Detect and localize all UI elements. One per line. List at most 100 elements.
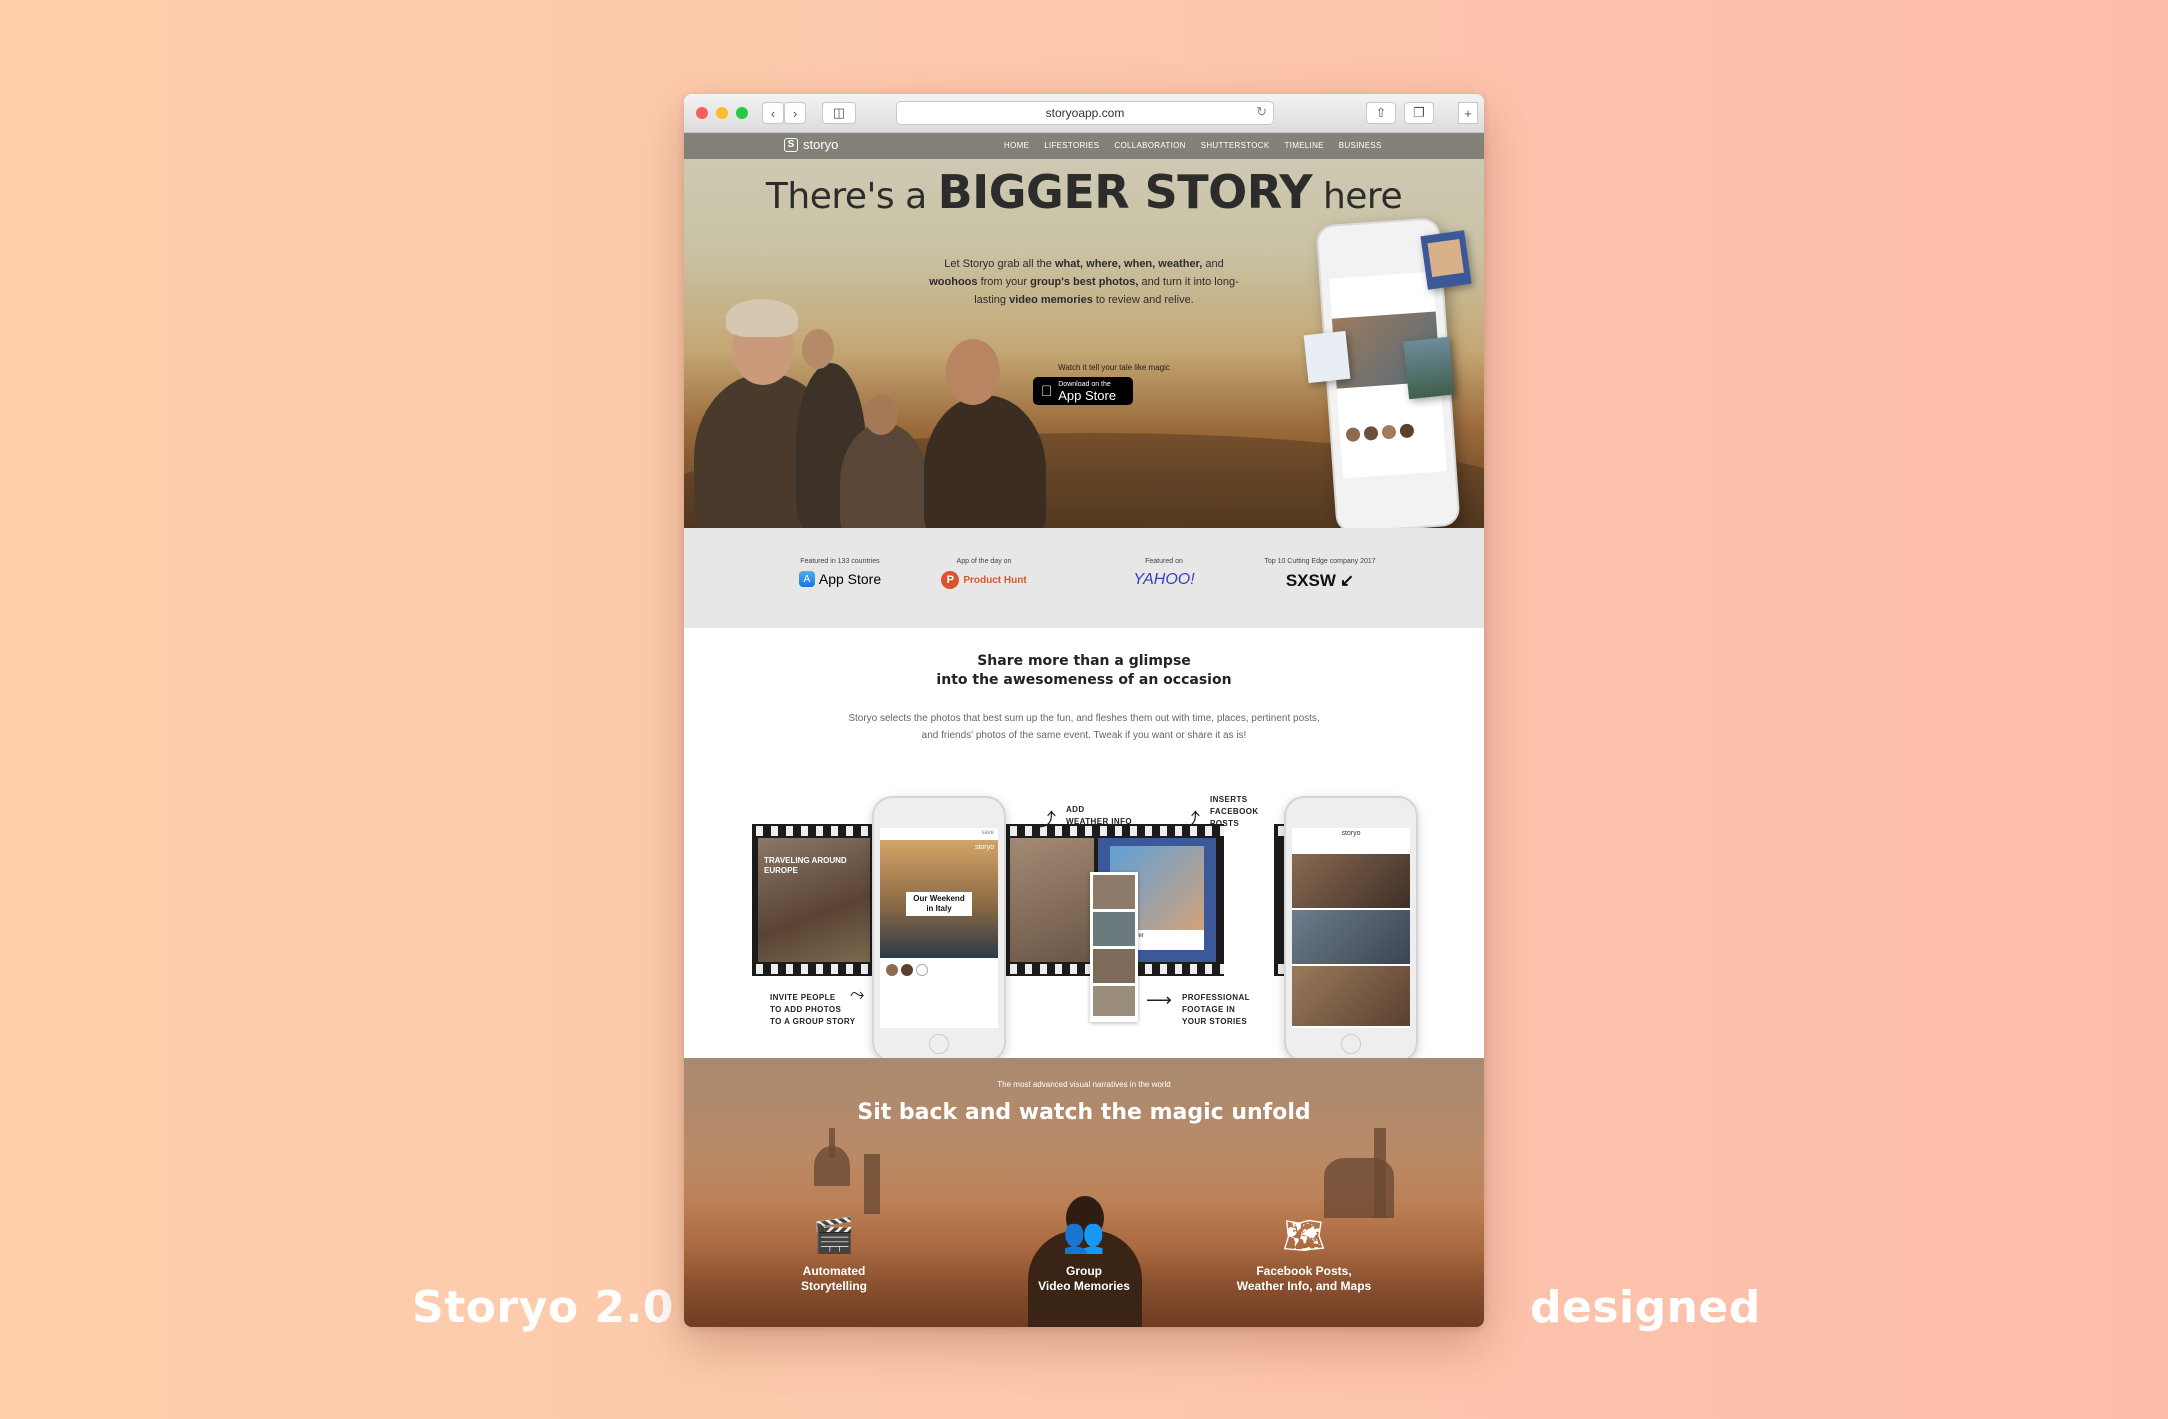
- note-weather: ADD WEATHER INFO: [1066, 805, 1132, 826]
- app-store-big-label: App Store: [1047, 387, 1116, 403]
- feed-story[interactable]: [1292, 854, 1410, 908]
- hero-intro: Let Storyo grab all the what, where, whe…: [924, 255, 1244, 309]
- phone-brand: storyo: [974, 844, 994, 851]
- feed-story[interactable]: [1292, 966, 1410, 1026]
- landscape-card: [1403, 336, 1455, 400]
- share-title-line: Share more than a glimpse: [977, 653, 1191, 669]
- caption-right: designed: [1530, 1282, 1761, 1333]
- storyo-logo-icon: S: [784, 137, 798, 152]
- featured-yahoo: Featured on YAHOO!: [1084, 558, 1244, 589]
- tabs-icon[interactable]: ❐: [1404, 102, 1434, 124]
- share-description: Storyo selects the photos that best sum …: [848, 713, 1320, 741]
- story-title: Our Weekend in Italy: [906, 892, 972, 916]
- feed-story[interactable]: [1292, 910, 1410, 964]
- intro-bold: group's best photos,: [1030, 276, 1139, 288]
- avatar: [1381, 424, 1397, 440]
- feature-label: Facebook Posts, Weather Info, and Maps: [1236, 1264, 1372, 1293]
- headline-big: BIGGER STORY: [937, 165, 1313, 219]
- intro-text: Let Storyo grab all the: [944, 258, 1055, 270]
- church-spire: [829, 1128, 835, 1158]
- caption-left: Storyo 2.0: [412, 1282, 674, 1333]
- nav-item-timeline[interactable]: TIMELINE: [1285, 141, 1324, 150]
- hero-section: S storyo HOME LIFESTORIES COLLABORATION …: [684, 133, 1484, 528]
- reload-icon[interactable]: ↻: [1256, 104, 1267, 120]
- close-window-button[interactable]: [696, 107, 708, 119]
- italy-photo: storyo Our Weekend in Italy: [880, 840, 998, 958]
- intro-text: from your: [977, 276, 1031, 288]
- beanie-hat: [726, 299, 798, 337]
- feature-group-video: 👥 Group Video Memories: [1004, 1216, 1164, 1294]
- browser-toolbar: ‹ › ◫ storyoapp.com ↻ ⇧ ❐ +: [684, 94, 1484, 133]
- featured-logo-text: App Store: [818, 571, 882, 587]
- phone-brand: storyo: [1341, 830, 1361, 837]
- forward-icon[interactable]: ›: [784, 102, 806, 124]
- nav-item-shutterstock[interactable]: SHUTTERSTOCK: [1201, 141, 1270, 150]
- app-store-button-text: Download on the App Store: [1058, 381, 1116, 402]
- browser-window: ‹ › ◫ storyoapp.com ↻ ⇧ ❐ + S storyo HOM…: [684, 94, 1484, 1327]
- featured-label: Top 10 Cutting Edge company 2017: [1264, 558, 1376, 565]
- footage-column: [1090, 872, 1138, 1022]
- featured-logo-text: YAHOO!: [1133, 571, 1195, 588]
- new-tab-icon[interactable]: +: [1458, 102, 1478, 124]
- frame-title: TRAVELING AROUND EUROPE: [764, 856, 847, 875]
- intro-text: and: [1202, 258, 1224, 270]
- save-link[interactable]: save: [981, 830, 994, 836]
- person-middle-face: [864, 395, 898, 435]
- map-card: [1303, 330, 1351, 384]
- footage-thumb: [1093, 986, 1135, 1016]
- share-icon[interactable]: ⇧: [1366, 102, 1396, 124]
- back-icon[interactable]: ‹: [762, 102, 784, 124]
- zoom-window-button[interactable]: [736, 107, 748, 119]
- featured-sxsw: Top 10 Cutting Edge company 2017 SXSW ↙: [1240, 558, 1400, 591]
- avatar-row: [1345, 422, 1439, 448]
- featured-label: Featured in 133 countries: [800, 558, 880, 565]
- headline-post: here: [1322, 176, 1403, 217]
- nav-item-lifestories[interactable]: LIFESTORIES: [1044, 141, 1099, 150]
- site-nav: S storyo HOME LIFESTORIES COLLABORATION …: [684, 133, 1484, 159]
- film-perforation: [752, 826, 876, 836]
- feature-label: Group Video Memories: [1038, 1264, 1130, 1293]
- nav-item-collaboration[interactable]: COLLABORATION: [1114, 141, 1185, 150]
- featured-appstore: Featured in 133 countries A App Store: [760, 558, 920, 587]
- brand-name: storyo: [803, 137, 839, 152]
- share-section: Share more than a glimpse into the aweso…: [684, 628, 1484, 1058]
- footage-thumb: [1093, 949, 1135, 983]
- sxsw-logo: SXSW ↙: [1240, 571, 1400, 591]
- nav-item-home[interactable]: HOME: [1004, 141, 1029, 150]
- app-store-button[interactable]:  Download on the App Store: [1033, 377, 1133, 405]
- hero-headline: There's a BIGGER STORY here: [684, 165, 1484, 219]
- group-film-icon: 👥: [1062, 1217, 1106, 1255]
- share-title: Share more than a glimpse into the aweso…: [684, 652, 1484, 690]
- product-hunt-icon: P: [941, 571, 960, 589]
- app-store-logo: A App Store: [760, 571, 920, 587]
- avatar: [1399, 423, 1415, 439]
- sidebar-icon[interactable]: ◫: [822, 102, 856, 124]
- phone-screen: save storyo Our Weekend in Italy: [880, 828, 998, 1028]
- phone-screen: storyo: [1292, 828, 1410, 1028]
- feature-facebook-weather-maps: 🗺 Facebook Posts, Weather Info, and Maps: [1224, 1216, 1384, 1294]
- address-bar[interactable]: storyoapp.com ↻: [896, 101, 1274, 125]
- weather-arrow-icon: ⤴: [1038, 810, 1056, 830]
- featured-label: Featured on: [1145, 558, 1183, 565]
- product-hunt-logo: P Product Hunt: [904, 571, 1064, 589]
- note-footage: PROFESSIONAL FOOTAGE IN YOUR STORIES: [1182, 993, 1250, 1026]
- minimize-window-button[interactable]: [716, 107, 728, 119]
- footage-arrow-icon: ⟶: [1146, 990, 1172, 1010]
- person-man-face: [946, 339, 1000, 405]
- storyo-logo[interactable]: S storyo: [784, 137, 838, 152]
- collaborator-avatars: [886, 964, 928, 976]
- map-pin-icon: 🗺: [1282, 1217, 1326, 1255]
- magic-title: Sit back and watch the magic unfold: [857, 1100, 1311, 1125]
- app-store-icon: A: [798, 571, 815, 587]
- avatar: [1363, 425, 1379, 441]
- film-perforation: [752, 964, 876, 974]
- headline-pre: There's a: [765, 176, 927, 217]
- url-text: storyoapp.com: [1045, 106, 1125, 120]
- yahoo-logo: YAHOO!: [1084, 571, 1244, 589]
- home-button: [929, 1034, 949, 1054]
- add-person-icon[interactable]: [916, 964, 928, 976]
- nav-item-business[interactable]: BUSINESS: [1339, 141, 1382, 150]
- intro-bold: video memories: [1009, 294, 1093, 306]
- phone-mockup-story: save storyo Our Weekend in Italy: [872, 796, 1006, 1058]
- note-invite: INVITE PEOPLE TO ADD PHOTOS TO A GROUP S…: [770, 993, 856, 1026]
